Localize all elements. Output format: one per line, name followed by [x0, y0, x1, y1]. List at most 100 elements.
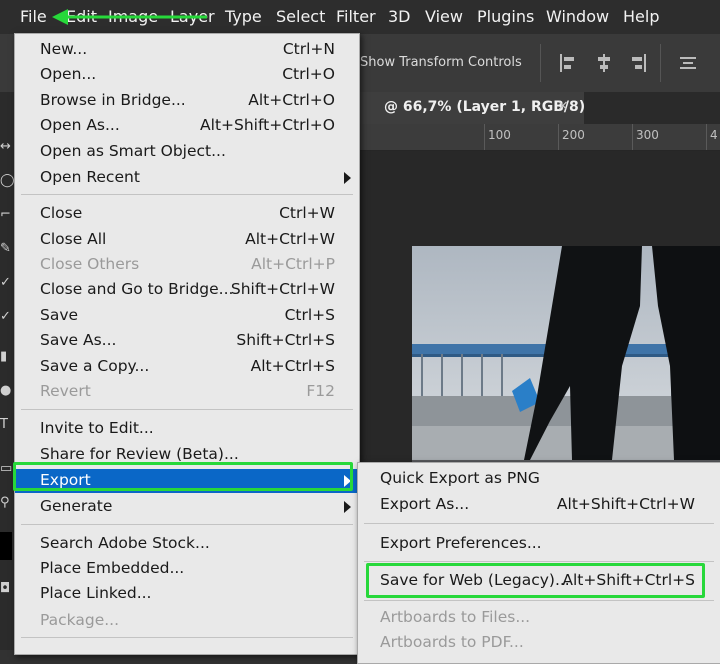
pencil-tool-icon[interactable]: ✓: [0, 310, 12, 324]
menu-separator: [21, 409, 353, 410]
options-separator: [660, 44, 661, 82]
menu-item-shortcut: F12: [306, 382, 335, 400]
dodge-tool-icon[interactable]: ●: [0, 384, 12, 398]
close-icon[interactable]: ×: [557, 98, 569, 114]
menu-item-export-as[interactable]: Export As... Alt+Shift+Ctrl+W: [358, 492, 720, 518]
menu-item-quick-export-png[interactable]: Quick Export as PNG: [358, 466, 720, 492]
menu-item-label: Share for Review (Beta)...: [40, 445, 239, 463]
menu-item-shortcut: Shift+Ctrl+W: [230, 280, 335, 298]
ruler-tick: [632, 124, 633, 150]
tools-panel: ↔ ◯ ⌐ ✎ ✓ ✓ ▮ ● T ▭ ⚲ ◘: [0, 92, 15, 650]
menu-separator: [364, 600, 714, 601]
menu-filter[interactable]: Filter: [336, 7, 376, 26]
menu-help[interactable]: Help: [623, 7, 659, 26]
menu-item-label: Close: [40, 204, 83, 222]
menu-item-place-linked[interactable]: Place Linked...: [15, 582, 359, 606]
menu-separator: [21, 637, 353, 638]
menu-item-close-and-go-to-bridge[interactable]: Close and Go to Bridge... Shift+Ctrl+W: [15, 278, 359, 302]
menu-item-generate[interactable]: Generate: [15, 495, 359, 519]
menu-item-place-embedded[interactable]: Place Embedded...: [15, 557, 359, 581]
save-for-web-annotation-highlight: [366, 563, 705, 598]
submenu-arrow-icon: [344, 501, 351, 513]
brush-tool-icon[interactable]: ✓: [0, 276, 12, 290]
type-tool-icon[interactable]: T: [0, 418, 12, 432]
menu-item-label: Export As...: [380, 495, 470, 513]
menu-view[interactable]: View: [425, 7, 463, 26]
submenu-arrow-icon: [344, 172, 351, 184]
menu-item-search-adobe-stock[interactable]: Search Adobe Stock...: [15, 532, 359, 556]
align-center-icon[interactable]: [594, 52, 614, 74]
menu-item-label: Save: [40, 306, 79, 324]
document-tab-label: @ 66,7% (Layer 1, RGB/8): [384, 99, 586, 115]
ruler-tick: [558, 124, 559, 150]
menu-separator: [21, 524, 353, 525]
show-transform-controls-checkbox[interactable]: Show Transform Controls: [360, 55, 522, 70]
menu-item-shortcut: Ctrl+O: [282, 65, 335, 83]
menu-item-export-preferences[interactable]: Export Preferences...: [358, 531, 720, 557]
menu-item-label: Export Preferences...: [380, 534, 542, 552]
document-tab[interactable]: @ 66,7% (Layer 1, RGB/8) ×: [354, 92, 586, 124]
options-separator: [540, 44, 541, 82]
menu-separator: [364, 523, 714, 524]
menu-item-shortcut: Ctrl+N: [282, 40, 335, 58]
menu-item-label: Place Embedded...: [40, 559, 185, 577]
crop-tool-icon[interactable]: ⌐: [0, 208, 12, 222]
menu-item-close[interactable]: Close Ctrl+W: [15, 202, 359, 226]
menu-item-label: Search Adobe Stock...: [40, 534, 210, 552]
menu-item-save-a-copy[interactable]: Save a Copy... Alt+Ctrl+S: [15, 355, 359, 379]
lasso-tool-icon[interactable]: ◯: [0, 174, 15, 188]
menu-item-open-recent[interactable]: Open Recent: [15, 166, 359, 190]
menu-item-open[interactable]: Open... Ctrl+O: [15, 63, 359, 87]
menu-item-open-as[interactable]: Open As... Alt+Shift+Ctrl+O: [15, 114, 359, 138]
menu-item-browse-in-bridge[interactable]: Browse in Bridge... Alt+Ctrl+O: [15, 89, 359, 113]
align-left-icon[interactable]: [558, 52, 578, 74]
menu-item-label: Invite to Edit...: [40, 419, 154, 437]
align-right-icon[interactable]: [628, 52, 648, 74]
menu-item-label: Close and Go to Bridge...: [40, 280, 234, 298]
menu-item-open-as-smart-object[interactable]: Open as Smart Object...: [15, 140, 359, 164]
menu-item-label: Close All: [40, 230, 107, 248]
ruler-tick-label: 200: [562, 128, 585, 142]
ruler-tick-label: 4: [710, 128, 718, 142]
menu-file[interactable]: File: [20, 7, 47, 26]
menu-select[interactable]: Select: [276, 7, 325, 26]
menu-item-close-all[interactable]: Close All Alt+Ctrl+W: [15, 228, 359, 252]
menu-type[interactable]: Type: [225, 7, 262, 26]
menu-item-label: Package...: [40, 611, 120, 629]
file-menu: New... Ctrl+N Open... Ctrl+O Browse in B…: [14, 33, 360, 655]
menu-item-label: Open Recent: [40, 168, 140, 186]
menu-item-shortcut: Ctrl+S: [284, 306, 335, 324]
canvas-photo[interactable]: [412, 246, 720, 460]
ruler-tick: [484, 124, 485, 150]
menu-item-label: Browse in Bridge...: [40, 91, 186, 109]
menu-plugins[interactable]: Plugins: [477, 7, 534, 26]
menu-item-shortcut: Alt+Shift+Ctrl+O: [200, 116, 335, 134]
menu-item-label: Generate: [40, 497, 113, 515]
distribute-icon[interactable]: [678, 52, 698, 74]
menu-item-invite-to-edit[interactable]: Invite to Edit...: [15, 417, 359, 441]
menu-item-save[interactable]: Save Ctrl+S: [15, 304, 359, 328]
menu-item-shortcut: Shift+Ctrl+S: [236, 331, 335, 349]
foreground-color-swatch[interactable]: [0, 532, 12, 560]
menu-3d[interactable]: 3D: [388, 7, 411, 26]
menu-item-label: Save As...: [40, 331, 117, 349]
menu-item-artboards-to-pdf: Artboards to PDF...: [358, 630, 720, 656]
menu-item-label: Open As...: [40, 116, 120, 134]
menu-bar: File Edit Image Layer Type Select Filter…: [0, 0, 720, 34]
menu-window[interactable]: Window: [546, 7, 609, 26]
menu-item-label: Artboards to Files...: [380, 608, 531, 626]
menu-item-save-as[interactable]: Save As... Shift+Ctrl+S: [15, 329, 359, 353]
gradient-tool-icon[interactable]: ▮: [0, 350, 12, 364]
eyedropper-tool-icon[interactable]: ✎: [0, 242, 12, 256]
move-tool-icon[interactable]: ↔: [0, 140, 12, 154]
menu-item-label: Artboards to PDF...: [380, 633, 524, 651]
menu-item-close-others: Close Others Alt+Ctrl+P: [15, 253, 359, 277]
menu-item-new[interactable]: New... Ctrl+N: [15, 38, 359, 62]
menu-item-label: Quick Export as PNG: [380, 469, 540, 487]
menu-item-label: Revert: [40, 382, 91, 400]
menu-item-shortcut: Alt+Ctrl+P: [251, 255, 335, 273]
zoom-tool-icon[interactable]: ⚲: [0, 496, 12, 510]
shape-tool-icon[interactable]: ▭: [0, 462, 12, 476]
mask-mode-icon[interactable]: ◘: [0, 582, 12, 596]
ruler-tick-label: 100: [488, 128, 511, 142]
